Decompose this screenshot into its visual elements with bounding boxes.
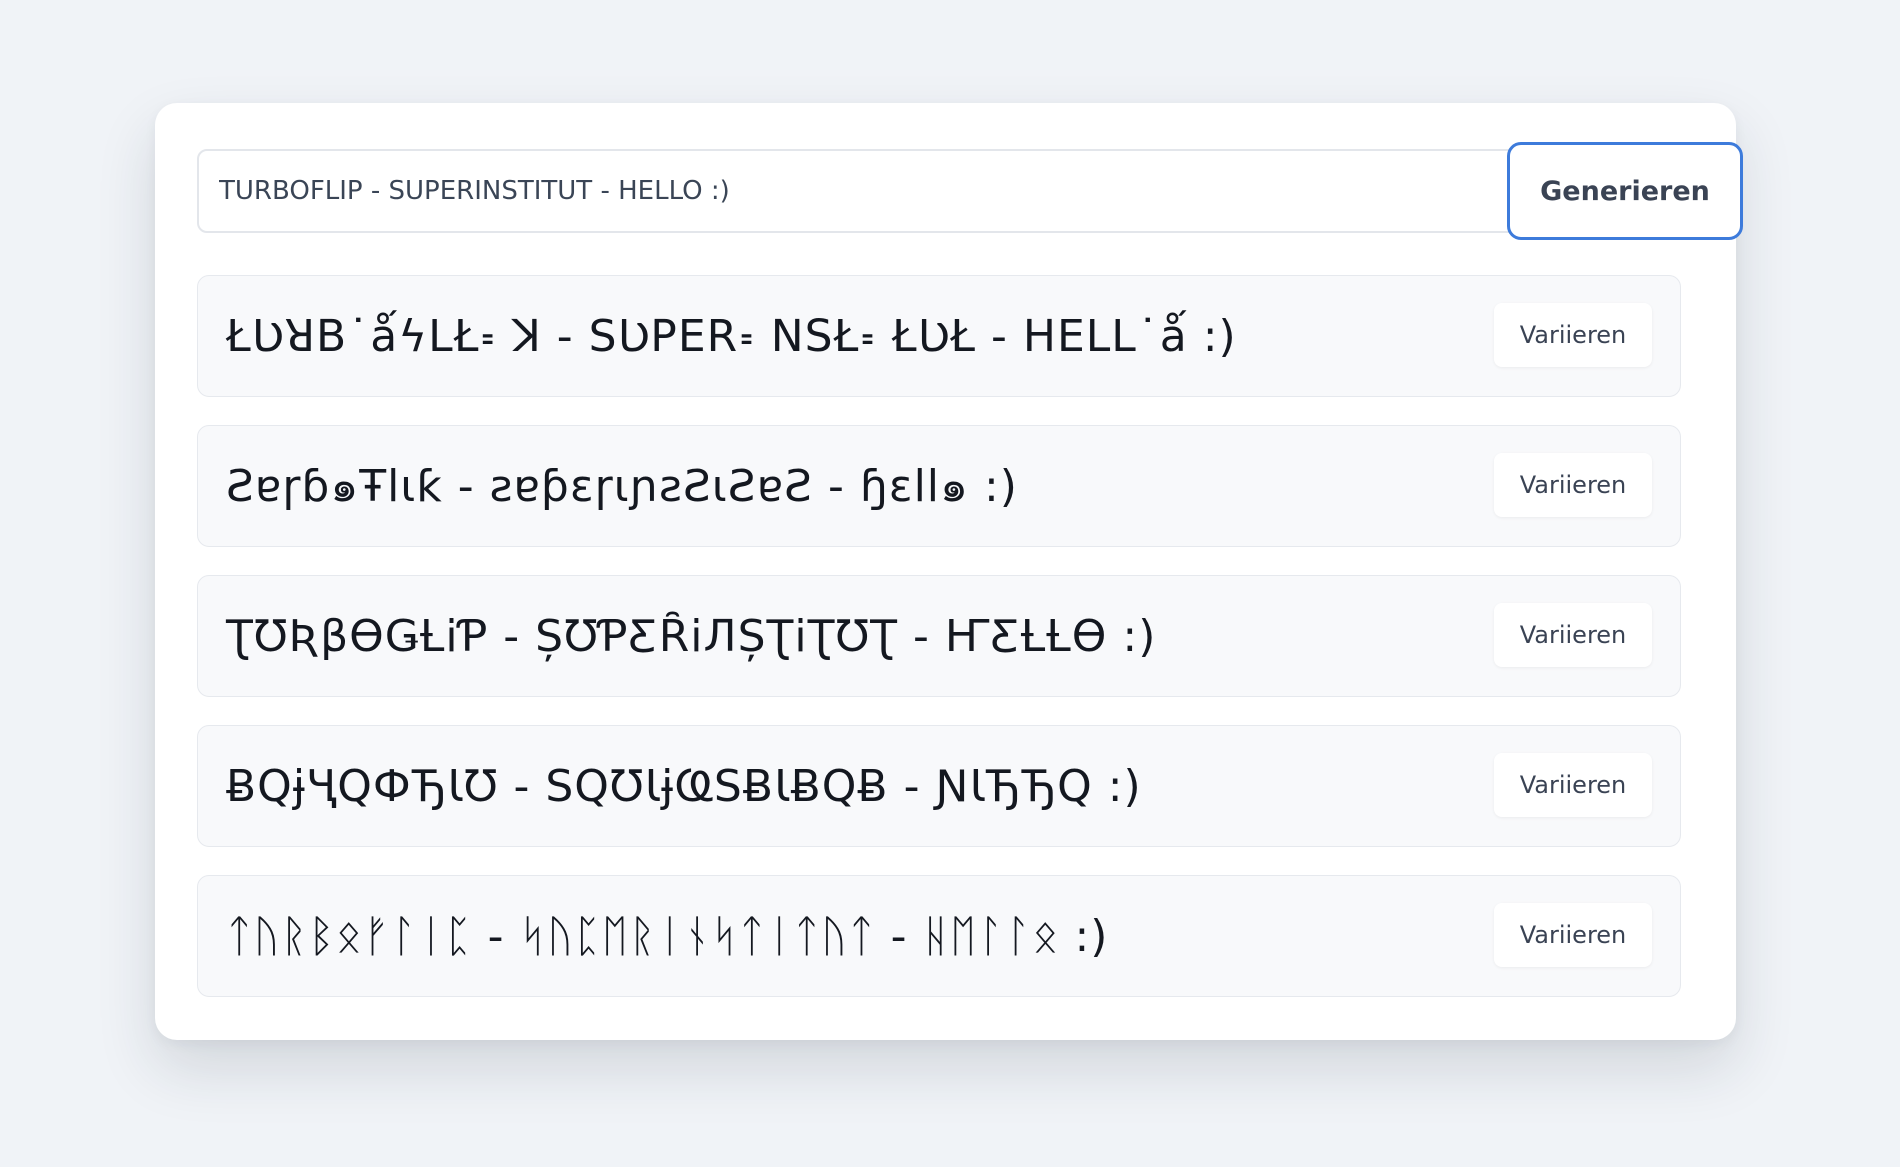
result-row: ᛏᚢᚱᛒᛟᚠᛚᛁᛈ - ᛋᚢᛈᛖᚱᛁᚾᛋᛏᛁᛏᚢᛏ - ᚺᛖᛚᛚᛟ :) Var… (197, 875, 1681, 997)
result-row: ɃQɉҶQФЂƖƱ - ЅQƱƖɉҨЅɃƖɃQɃ - ƝƖЂЂQ :) Vari… (197, 725, 1681, 847)
input-row: Generieren (197, 139, 1743, 240)
variate-button[interactable]: Variieren (1494, 303, 1652, 367)
variate-button[interactable]: Variieren (1494, 453, 1652, 517)
result-text: Ƨɐɼɓ๑Ŧlɩƙ - ƨɐƥɛɼɩɲƨƧɩƧɐƧ - ɧɛll๑ :) (226, 461, 1018, 512)
result-text: ɃQɉҶQФЂƖƱ - ЅQƱƖɉҨЅɃƖɃQɃ - ƝƖЂЂQ :) (226, 761, 1142, 812)
variate-button[interactable]: Variieren (1494, 603, 1652, 667)
text-input[interactable] (197, 149, 1647, 233)
result-text: ƮƱƦβϴǤȽiƤ - ȘƱƤƸȒiЛȘƮiƮƱƮ - ҤƸȽȽϴ :) (226, 611, 1157, 662)
result-row: ƮƱƦβϴǤȽiƤ - ȘƱƤƸȒiЛȘƮiƮƱƮ - ҤƸȽȽϴ :) Var… (197, 575, 1681, 697)
result-row: Ƨɐɼɓ๑Ŧlɩƙ - ƨɐƥɛɼɩɲƨƧɩƧɐƧ - ɧɛll๑ :) Var… (197, 425, 1681, 547)
variate-button[interactable]: Variieren (1494, 903, 1652, 967)
generate-button[interactable]: Generieren (1507, 142, 1743, 240)
variate-button[interactable]: Variieren (1494, 753, 1652, 817)
result-text: ŁƲꓤꓐ˙ǻϟꓡŁ꞊ ꓘ - SƲꓑꓰꓣ꞊ ꓠꓢŁ꞊ ŁƲŁ - ꓧꓰꓡꓡ˙ǻ … (226, 311, 1237, 362)
result-row: ŁƲꓤꓐ˙ǻϟꓡŁ꞊ ꓘ - SƲꓑꓰꓣ꞊ ꓠꓢŁ꞊ ŁƲŁ - ꓧꓰꓡꓡ˙ǻ … (197, 275, 1681, 397)
result-text: ᛏᚢᚱᛒᛟᚠᛚᛁᛈ - ᛋᚢᛈᛖᚱᛁᚾᛋᛏᛁᛏᚢᛏ - ᚺᛖᛚᛚᛟ :) (226, 911, 1109, 962)
results-list: ŁƲꓤꓐ˙ǻϟꓡŁ꞊ ꓘ - SƲꓑꓰꓣ꞊ ꓠꓢŁ꞊ ŁƲŁ - ꓧꓰꓡꓡ˙ǻ … (197, 275, 1681, 1025)
generator-card: Generieren ŁƲꓤꓐ˙ǻϟꓡŁ꞊ ꓘ - SƲꓑꓰꓣ꞊ ꓠꓢŁ꞊ ŁƲ… (155, 103, 1743, 1040)
